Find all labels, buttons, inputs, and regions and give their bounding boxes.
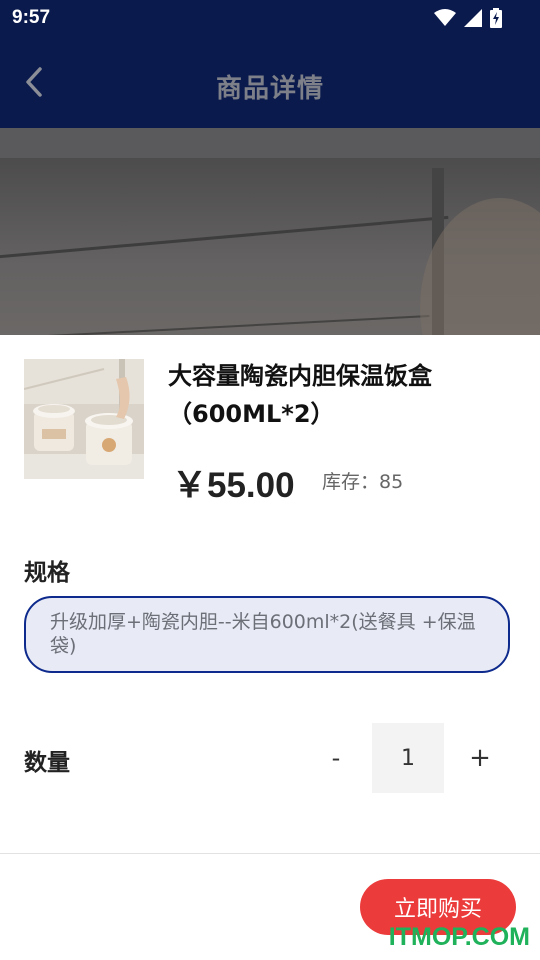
stock-count: 库存：85 (322, 471, 404, 493)
quantity-increase-button[interactable]: + (462, 723, 498, 793)
product-thumbnail (24, 359, 144, 479)
status-icons (434, 8, 502, 28)
spec-label: 规格 (24, 560, 70, 586)
spec-option-chip[interactable]: 升级加厚+陶瓷内胆--米自600ml*2(送餐具 +保温袋) (24, 596, 510, 673)
status-bar: 9:57 (0, 0, 540, 36)
wifi-icon (434, 9, 456, 27)
watermark: ITMOP.COM (388, 923, 530, 951)
quantity-value[interactable]: 1 (372, 723, 444, 793)
quantity-decrease-button[interactable]: - (318, 723, 354, 793)
divider (0, 853, 540, 854)
product-price: ￥55.00 (172, 466, 295, 505)
battery-charging-icon (490, 8, 502, 28)
quantity-label: 数量 (24, 750, 70, 776)
product-name: 大容量陶瓷内胆保温饭盒（600ML*2） (168, 362, 432, 428)
nav-bar: 商品详情 (0, 36, 540, 128)
cell-signal-icon (464, 9, 482, 27)
spec-option-text: 升级加厚+陶瓷内胆--米自600ml*2(送餐具 +保温袋) (50, 611, 476, 657)
product-hero-image (0, 128, 540, 338)
status-time: 9:57 (12, 7, 51, 28)
purchase-sheet: 大容量陶瓷内胆保温饭盒（600ML*2） ￥55.00 库存：85 规格 升级加… (0, 335, 540, 960)
page-title: 商品详情 (215, 74, 324, 104)
